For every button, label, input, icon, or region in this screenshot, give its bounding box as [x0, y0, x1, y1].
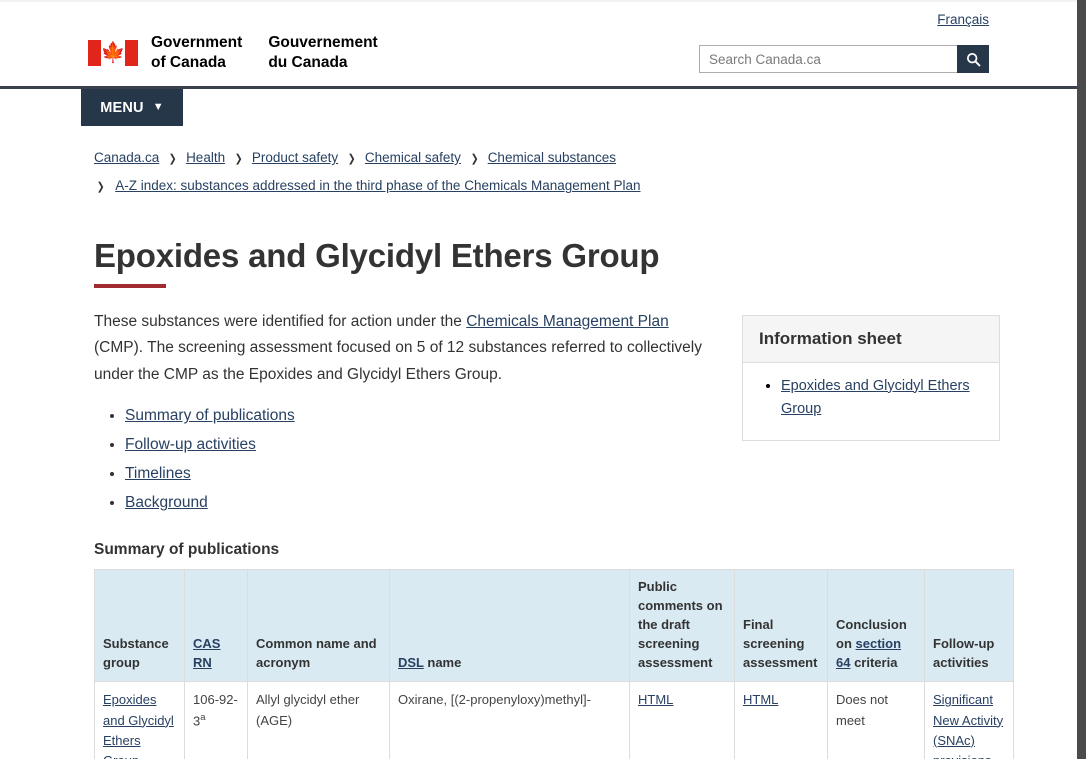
column-header-follow-up-activities: Follow-up activities [925, 570, 1014, 682]
list-item: Epoxides and Glycidyl Ethers Group [781, 375, 983, 422]
main-content: These substances were identified for act… [0, 309, 1077, 516]
toc-link-follow-up-activities[interactable]: Follow-up activities [125, 436, 256, 453]
breadcrumb-row-2: ❯ A-Z index: substances addressed in the… [94, 172, 1034, 200]
search-input[interactable] [699, 45, 957, 73]
breadcrumb-separator-icon: ❯ [348, 148, 356, 171]
public-comments-html-link[interactable]: HTML [638, 692, 673, 707]
information-sheet-title: Information sheet [743, 316, 999, 363]
cas-rn-link[interactable]: CAS RN [193, 636, 220, 670]
breadcrumb-item-health[interactable]: Health [186, 150, 225, 165]
toc-link-timelines[interactable]: Timelines [125, 465, 191, 482]
cell-cas-rn: 106-92-3a [185, 682, 248, 759]
cell-substance-group: Epoxides and Glycidyl Ethers Group [95, 682, 185, 759]
breadcrumb-item-chemical-substances[interactable]: Chemical substances [488, 150, 616, 165]
title-accent-rule [94, 284, 166, 288]
intro-paragraph: These substances were identified for act… [94, 309, 711, 389]
cell-dsl-name: Oxirane, [(2-propenyloxy)methyl]- [390, 682, 630, 759]
wordmark-fr-line2: du Canada [268, 53, 377, 73]
breadcrumb-separator-icon: ❯ [235, 148, 243, 171]
table-of-contents: Summary of publications Follow-up activi… [94, 404, 594, 515]
column-header-common-name: Common name and acronym [248, 570, 390, 682]
publications-table-wrapper: Substance group CAS RN Common name and a… [94, 569, 1013, 759]
dsl-name-rest: name [424, 655, 462, 670]
breadcrumb-item-az-index[interactable]: A-Z index: substances addressed in the t… [115, 178, 640, 193]
wordmark-fr-line1: Gouvernement [268, 33, 377, 53]
page-title: Epoxides and Glycidyl Ethers Group [94, 237, 1086, 275]
information-sheet-body: Epoxides and Glycidyl Ethers Group [743, 363, 999, 440]
information-sheet-panel: Information sheet Epoxides and Glycidyl … [742, 315, 1000, 441]
language-toggle-link[interactable]: Français [937, 12, 989, 27]
list-item: Follow-up activities [125, 433, 594, 457]
breadcrumb-item-product-safety[interactable]: Product safety [252, 150, 338, 165]
column-header-public-comments: Public comments on the draft screening a… [630, 570, 735, 682]
government-of-canada-wordmark[interactable]: 🍁 Government of Canada Gouvernement du C… [88, 33, 378, 73]
dsl-link[interactable]: DSL [398, 655, 424, 670]
canada-flag-icon: 🍁 [88, 40, 138, 66]
menu-bar: MENU ▼ [0, 89, 1077, 126]
column-header-conclusion-section-64: Conclusion on section 64 criteria [828, 570, 925, 682]
list-item: Background [125, 491, 594, 515]
global-header: Français 🍁 Government of Canada Gouverne… [0, 0, 1077, 86]
summary-of-publications-heading: Summary of publications [94, 541, 1086, 559]
breadcrumb-item-chemical-safety[interactable]: Chemical safety [365, 150, 461, 165]
breadcrumb-item-canada-ca[interactable]: Canada.ca [94, 150, 159, 165]
wordmark-en-line1: Government [151, 33, 242, 53]
cell-public-comments: HTML [630, 682, 735, 759]
toc-link-summary-of-publications[interactable]: Summary of publications [125, 407, 295, 424]
page-root: Français 🍁 Government of Canada Gouverne… [0, 0, 1086, 759]
breadcrumb: Canada.ca ❯ Health ❯ Product safety ❯ Ch… [94, 144, 1034, 201]
table-row: Epoxides and Glycidyl Ethers Group 106-9… [95, 682, 1014, 759]
site-search [699, 45, 989, 73]
wordmark-text: Government of Canada Gouvernement du Can… [151, 33, 378, 73]
column-header-cas-rn: CAS RN [185, 570, 248, 682]
list-item: Timelines [125, 462, 594, 486]
cell-conclusion: Does not meet [828, 682, 925, 759]
breadcrumb-separator-icon: ❯ [97, 176, 105, 199]
menu-button[interactable]: MENU ▼ [81, 89, 183, 126]
conclusion-suffix: criteria [850, 655, 897, 670]
chemicals-management-plan-link[interactable]: Chemicals Management Plan [466, 313, 668, 330]
wordmark-en-line2: of Canada [151, 53, 242, 73]
cell-common-name: Allyl glycidyl ether (AGE) [248, 682, 390, 759]
information-sheet-link-epoxides-group[interactable]: Epoxides and Glycidyl Ethers Group [781, 378, 970, 417]
publications-table: Substance group CAS RN Common name and a… [94, 569, 1014, 759]
breadcrumb-separator-icon: ❯ [169, 148, 177, 171]
column-header-substance-group: Substance group [95, 570, 185, 682]
cell-final-screening-assessment: HTML [735, 682, 828, 759]
search-icon [966, 52, 981, 67]
breadcrumb-row-1: Canada.ca ❯ Health ❯ Product safety ❯ Ch… [94, 150, 616, 165]
intro-text-part2: (CMP). The screening assessment focused … [94, 339, 702, 383]
menu-button-label: MENU [100, 100, 144, 116]
substance-group-link[interactable]: Epoxides and Glycidyl Ethers Group [103, 692, 174, 759]
cell-follow-up-activities: Significant New Activity (SNAc) provisio… [925, 682, 1014, 759]
snac-provisions-link[interactable]: Significant New Activity (SNAc) provisio… [933, 692, 1003, 759]
table-header-row: Substance group CAS RN Common name and a… [95, 570, 1014, 682]
chevron-down-icon: ▼ [153, 102, 164, 113]
breadcrumb-separator-icon: ❯ [470, 148, 478, 171]
column-header-final-screening-assessment: Final screening assessment [735, 570, 828, 682]
column-header-dsl-name: DSL name [390, 570, 630, 682]
window-top-edge [0, 0, 1077, 2]
search-button[interactable] [957, 45, 989, 73]
intro-text-part1: These substances were identified for act… [94, 313, 466, 330]
list-item: Summary of publications [125, 404, 594, 428]
window-right-edge [1077, 0, 1086, 759]
toc-link-background[interactable]: Background [125, 494, 208, 511]
cas-rn-footnote-marker[interactable]: a [200, 712, 205, 723]
final-screening-html-link[interactable]: HTML [743, 692, 778, 707]
